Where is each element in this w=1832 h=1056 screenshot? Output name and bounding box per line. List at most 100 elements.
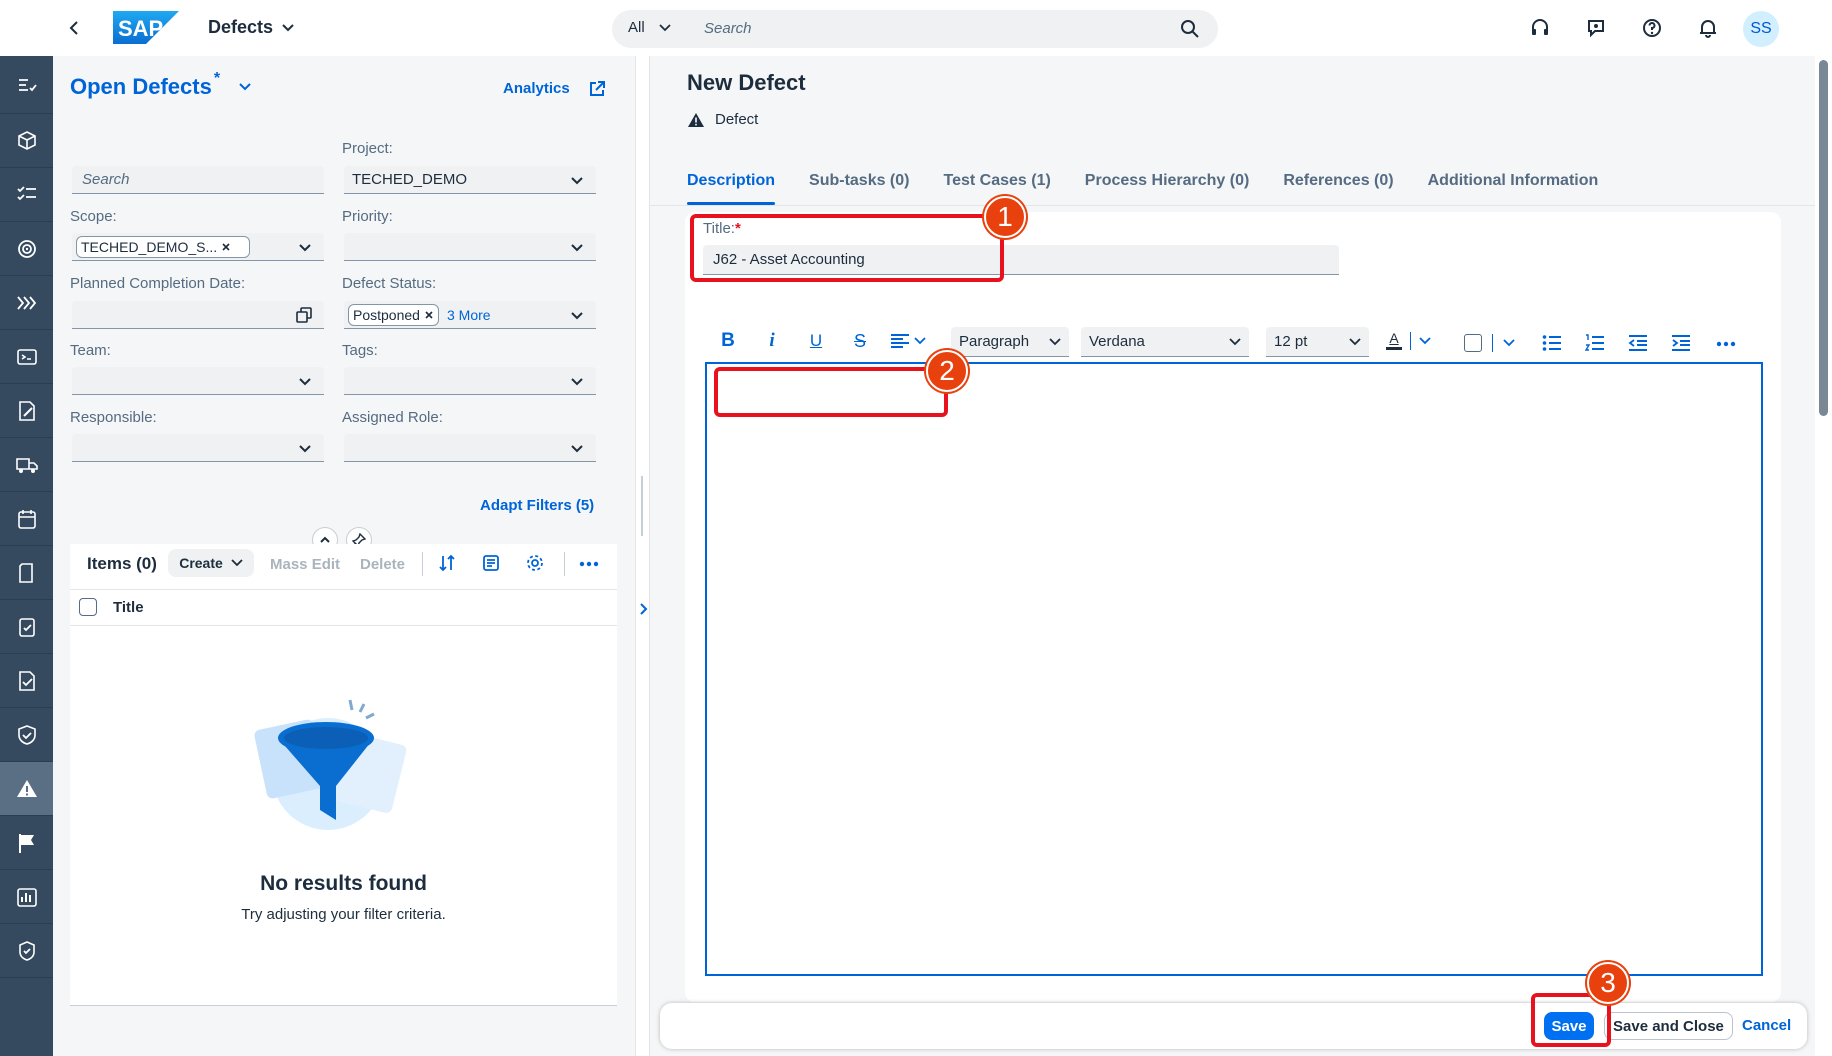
search-scope-select[interactable]: All [628,19,671,36]
create-button[interactable]: Create [168,549,254,577]
numbered-list-icon[interactable] [1585,334,1605,352]
back-button[interactable] [55,8,95,48]
project-select[interactable]: TECHED_DEMO [344,166,596,194]
share-icon[interactable] [588,80,606,98]
divider [70,625,617,626]
team-select[interactable] [72,367,324,395]
sidenav-item-flag[interactable] [0,816,53,870]
italic-button[interactable]: i [758,330,786,352]
headset-icon[interactable] [1520,8,1560,48]
search-input[interactable]: Search [704,20,752,37]
shipping-icon [15,457,38,473]
overflow-icon[interactable] [579,561,599,567]
sort-icon[interactable] [438,554,456,572]
sidenav-item-calendar[interactable] [0,492,53,546]
cancel-button[interactable]: Cancel [1742,1017,1791,1034]
paragraph-format-value: Paragraph [959,333,1030,350]
sidenav-item-shipping[interactable] [0,438,53,492]
font-size-select[interactable]: 12 pt [1266,327,1369,357]
sidenav-item-warning[interactable] [0,762,53,816]
package-icon [17,130,36,150]
more-options-icon[interactable] [1716,341,1736,347]
step-1-badge: 1 [984,196,1026,238]
sidenav-item-requirements[interactable] [0,60,53,114]
sidenav-item-clipboard-check[interactable] [0,600,53,654]
scope-multi-input[interactable]: TECHED_DEMO_S... [72,233,324,261]
sidenav-item-edit-document[interactable] [0,384,53,438]
sidenav-item-shield[interactable] [0,708,53,762]
chat-bot-icon[interactable] [1576,8,1616,48]
sidenav-item-report[interactable] [0,870,53,924]
defect-status-multi-input[interactable]: Postponed 3 More [344,301,596,329]
step-1-highlight [690,214,1004,282]
align-left-icon [891,334,909,348]
tab-sub-tasks[interactable]: Sub-tasks (0) [809,172,909,190]
paragraph-format-select[interactable]: Paragraph [951,327,1069,357]
sidenav-item-package[interactable] [0,114,53,168]
bell-icon[interactable] [1688,8,1728,48]
tags-select[interactable] [344,367,596,395]
priority-select[interactable] [344,233,596,261]
group-icon[interactable] [482,554,500,572]
indent-icon[interactable] [1671,334,1691,352]
filter-search-input[interactable]: Search [72,166,324,194]
outdent-icon[interactable] [1628,334,1648,352]
tab-process-hierarchy[interactable]: Process Hierarchy (0) [1085,172,1250,190]
responsible-select[interactable] [72,434,324,462]
align-menu-button[interactable] [890,333,926,349]
search-icon[interactable] [1180,19,1200,39]
app-title-menu[interactable]: Defects [208,17,295,38]
defect-status-token[interactable]: Postponed [348,304,439,326]
warning-icon [688,112,704,127]
assigned-role-select[interactable] [344,434,596,462]
scrollbar-thumb[interactable] [1819,60,1828,416]
settings-icon[interactable] [526,554,544,572]
font-family-select[interactable]: Verdana [1081,327,1249,357]
planned-completion-date-input[interactable] [72,301,324,329]
mass-edit-button[interactable]: Mass Edit [270,556,340,573]
layout-splitter[interactable] [635,56,650,1056]
sidenav-item-checklist[interactable] [0,168,53,222]
defect-status-more-link[interactable]: 3 More [447,307,491,323]
bold-button[interactable]: B [714,330,742,352]
chevron-right-icon[interactable] [637,602,649,616]
step-3-badge: 3 [1587,962,1629,1004]
close-icon[interactable] [221,242,231,252]
select-all-checkbox[interactable] [79,598,97,616]
tab-test-cases[interactable]: Test Cases (1) [943,172,1050,190]
save-and-close-button[interactable]: Save and Close [1604,1012,1733,1040]
global-search[interactable]: All Search [612,10,1218,48]
inbox-icon [16,348,37,365]
delete-button[interactable]: Delete [360,556,405,573]
bullet-list-icon[interactable] [1542,334,1562,352]
description-editor[interactable] [705,362,1763,976]
background-color-button[interactable] [1464,334,1515,352]
sidenav-item-target[interactable] [0,222,53,276]
strikethrough-button[interactable]: S [846,331,874,352]
chevron-down-icon [299,378,311,386]
toolbar-separator [422,552,423,576]
sidenav-item-progress[interactable] [0,276,53,330]
adapt-filters-button[interactable]: Adapt Filters (5) [480,497,594,514]
scrollbar[interactable] [1815,56,1832,1056]
avatar[interactable]: SS [1743,11,1779,47]
date-range-icon[interactable] [296,307,312,323]
tab-references[interactable]: References (0) [1283,172,1393,190]
sidenav-item-quality[interactable] [0,654,53,708]
column-header-title[interactable]: Title [113,599,144,616]
scope-token[interactable]: TECHED_DEMO_S... [76,236,250,258]
empty-filter-illustration [240,694,420,834]
chevron-down-icon [571,312,583,320]
sap-logo[interactable]: SAP [113,11,179,44]
text-color-button[interactable]: A [1386,331,1431,350]
help-icon[interactable] [1632,8,1672,48]
analytics-link[interactable]: Analytics [503,80,570,97]
sidenav-item-document[interactable] [0,546,53,600]
tab-description[interactable]: Description [687,172,776,205]
sidenav-item-inbox[interactable] [0,330,53,384]
sidenav-item-badge-check[interactable] [0,924,53,978]
variant-management[interactable]: Open Defects * [70,70,252,100]
tab-additional-information[interactable]: Additional Information [1428,172,1599,190]
close-icon[interactable] [424,310,434,320]
underline-button[interactable]: U [802,331,830,351]
